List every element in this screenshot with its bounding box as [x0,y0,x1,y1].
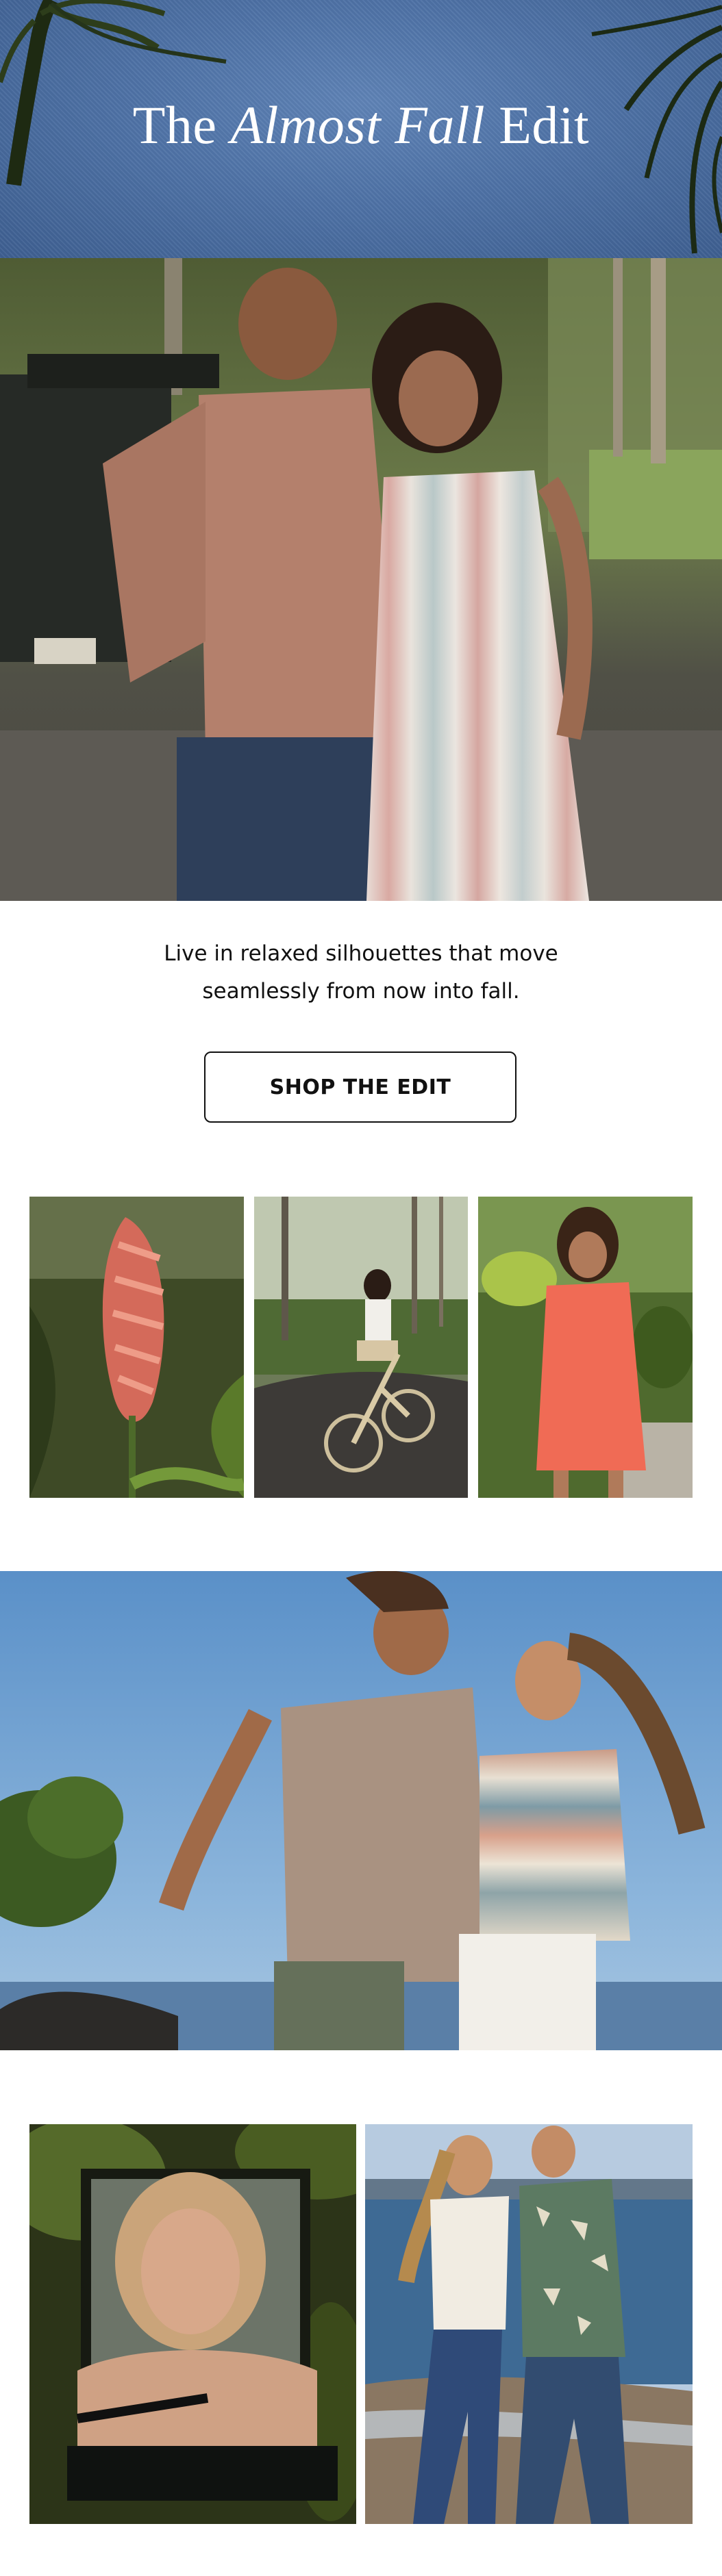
beach-couple-photo[interactable] [0,1571,722,2050]
body-copy: Live in relaxed silhouettes that move se… [0,935,722,1010]
ginger-flower-photo[interactable] [29,1197,244,1498]
shoreline-couple-photo[interactable] [365,2124,693,2524]
hero-couple-photo[interactable] [0,258,722,901]
shop-the-edit-button[interactable]: SHOP THE EDIT [204,1051,516,1123]
headline-pre: The [132,95,217,155]
headline-post: Edit [499,95,590,155]
body-copy-line-2: seamlessly from now into fall. [202,979,520,1004]
woman-portrait-photo[interactable] [29,2124,356,2524]
headline-italic: Almost Fall [230,95,486,155]
coral-dress-photo[interactable] [478,1197,693,1498]
body-copy-line-1: Live in relaxed silhouettes that move [164,941,558,966]
header-banner: The Almost Fall Edit [0,0,722,258]
bicycle-rider-photo[interactable] [254,1197,468,1498]
headline: The Almost Fall Edit [0,94,722,156]
